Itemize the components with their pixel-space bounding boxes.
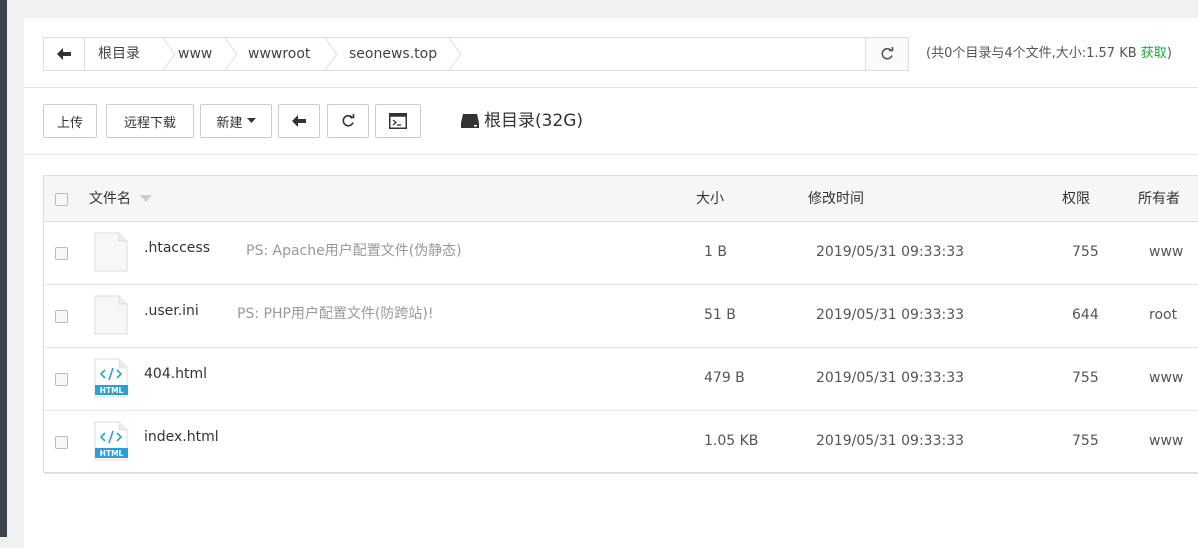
html-file-icon: HTML [94, 358, 128, 398]
svg-text:HTML: HTML [100, 386, 124, 395]
svg-text:HTML: HTML [100, 449, 124, 458]
path-refresh-button[interactable] [865, 38, 908, 70]
path-bar: 根目录 www wwwroot seonews.top [43, 37, 909, 71]
divider [24, 87, 1198, 88]
chevron-right-icon [224, 38, 238, 70]
chevron-right-icon [448, 38, 462, 70]
file-name[interactable]: index.html [144, 429, 219, 445]
breadcrumb-seonews[interactable]: seonews.top [349, 38, 437, 70]
caret-down-icon [246, 118, 256, 123]
file-table: 文件名 大小 修改时间 权限 所有者 .htaccess PS: Apache用… [43, 175, 1198, 474]
header-owner[interactable]: 所有者 [1138, 176, 1180, 222]
summary-close: ) [1166, 46, 1172, 61]
directory-summary: (共0个目录与4个文件,大小:1.57 KB 获取) [926, 37, 1172, 71]
file-name[interactable]: 404.html [144, 366, 207, 382]
table-header: 文件名 大小 修改时间 权限 所有者 [44, 176, 1198, 222]
breadcrumb-wwwroot[interactable]: wwwroot [248, 38, 310, 70]
row-checkbox[interactable] [55, 247, 68, 260]
terminal-button[interactable] [375, 104, 421, 138]
remote-download-button[interactable]: 远程下载 [106, 104, 194, 138]
file-manager-panel: 根目录 www wwwroot seonews.top (共0个目录与4个文件,… [24, 18, 1198, 548]
chevron-right-icon [324, 38, 338, 70]
file-owner[interactable]: root [1149, 307, 1177, 323]
file-mtime: 2019/05/31 09:33:33 [816, 370, 965, 386]
table-row[interactable]: HTML index.html 1.05 KB 2019/05/31 09:33… [44, 411, 1198, 474]
refresh-icon [342, 114, 355, 127]
refresh-button[interactable] [327, 104, 369, 138]
file-permission[interactable]: 755 [1072, 244, 1099, 260]
row-checkbox[interactable] [55, 373, 68, 386]
disk-indicator: 根目录(32G) [460, 106, 583, 136]
path-back-button[interactable] [44, 38, 85, 70]
fetch-size-link[interactable]: 获取 [1141, 46, 1167, 61]
hard-drive-icon [461, 114, 479, 128]
new-dropdown-button[interactable]: 新建 [200, 104, 272, 138]
file-size: 479 B [704, 370, 745, 386]
divider [24, 154, 1198, 155]
sort-down-icon [140, 195, 153, 202]
file-size: 1.05 KB [704, 433, 759, 449]
table-row[interactable]: .user.ini PS: PHP用户配置文件(防跨站)! 51 B 2019/… [44, 285, 1198, 348]
header-mtime[interactable]: 修改时间 [808, 176, 864, 222]
header-permission[interactable]: 权限 [1062, 176, 1090, 222]
table-row[interactable]: HTML 404.html 479 B 2019/05/31 09:33:33 … [44, 348, 1198, 411]
file-name[interactable]: .htaccess [144, 240, 210, 256]
file-name[interactable]: .user.ini [144, 303, 199, 319]
new-label: 新建 [216, 115, 243, 131]
file-size: 1 B [704, 244, 727, 260]
arrow-left-icon [292, 115, 306, 127]
select-all-checkbox[interactable] [55, 193, 68, 206]
chevron-right-icon [162, 38, 176, 70]
file-mtime: 2019/05/31 09:33:33 [816, 307, 965, 323]
arrow-left-icon [57, 48, 71, 60]
file-size: 51 B [704, 307, 736, 323]
file-note: PS: Apache用户配置文件(伪静态) [246, 243, 462, 259]
header-filename[interactable]: 文件名 [89, 176, 153, 222]
header-size[interactable]: 大小 [696, 176, 724, 222]
file-owner[interactable]: www [1149, 433, 1183, 449]
left-sidebar-edge [0, 0, 7, 537]
back-button[interactable] [278, 104, 320, 138]
file-permission[interactable]: 644 [1072, 307, 1099, 323]
summary-text: (共0个目录与4个文件,大小:1.57 KB [926, 46, 1137, 61]
file-mtime: 2019/05/31 09:33:33 [816, 244, 965, 260]
disk-label: 根目录(32G) [484, 111, 584, 131]
breadcrumb-root[interactable]: 根目录 [98, 38, 140, 70]
terminal-icon [389, 113, 407, 129]
file-owner[interactable]: www [1149, 244, 1183, 260]
file-permission[interactable]: 755 [1072, 370, 1099, 386]
table-row[interactable]: .htaccess PS: Apache用户配置文件(伪静态) 1 B 2019… [44, 222, 1198, 285]
file-icon [94, 232, 128, 272]
file-mtime: 2019/05/31 09:33:33 [816, 433, 965, 449]
file-note: PS: PHP用户配置文件(防跨站)! [237, 306, 434, 322]
upload-button[interactable]: 上传 [43, 104, 97, 138]
row-checkbox[interactable] [55, 310, 68, 323]
breadcrumb-www[interactable]: www [178, 38, 212, 70]
refresh-icon [881, 47, 894, 60]
html-file-icon: HTML [94, 421, 128, 461]
file-icon [94, 295, 128, 335]
file-permission[interactable]: 755 [1072, 433, 1099, 449]
file-owner[interactable]: www [1149, 370, 1183, 386]
header-filename-label: 文件名 [89, 191, 131, 207]
row-checkbox[interactable] [55, 436, 68, 449]
